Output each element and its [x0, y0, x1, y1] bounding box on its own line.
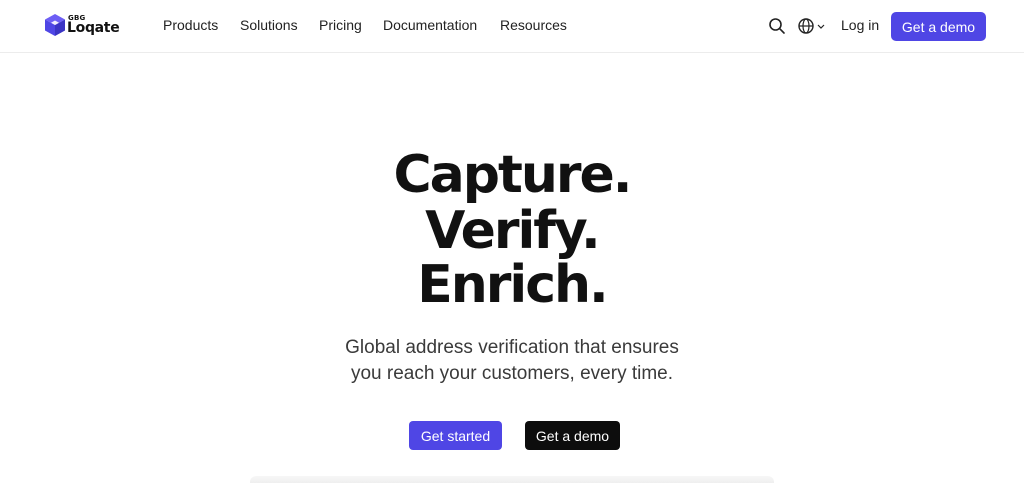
get-started-button[interactable]: Get started — [409, 421, 502, 450]
globe-icon — [798, 18, 825, 34]
hero-subtitle-line-2: you reach your customers, every time. — [350, 363, 674, 384]
nav-solutions[interactable]: Solutions — [240, 17, 298, 33]
get-a-demo-button-header[interactable]: Get a demo — [891, 12, 986, 41]
hero-headline-line-1: Capture. — [393, 145, 632, 205]
nav-resources[interactable]: Resources — [500, 17, 567, 33]
loqate-logo[interactable]: GBG Loqate — [44, 13, 120, 39]
hero-headline-line-3: Enrich. — [417, 255, 609, 315]
hero-subtitle-line-1: Global address verification that ensures — [345, 337, 679, 358]
language-selector[interactable] — [798, 17, 826, 35]
hero-headline-line-2: Verify. — [425, 201, 601, 261]
logo-brand-name: Loqate — [67, 20, 120, 36]
site-header: GBG Loqate Products Solutions Pricing Do… — [0, 0, 1024, 53]
get-a-demo-button-hero[interactable]: Get a demo — [525, 421, 620, 450]
nav-documentation[interactable]: Documentation — [383, 17, 477, 33]
loqate-logo-icon — [45, 14, 65, 36]
login-link[interactable]: Log in — [841, 17, 879, 33]
nav-pricing[interactable]: Pricing — [319, 17, 362, 33]
nav-products[interactable]: Products — [163, 17, 218, 33]
search-icon[interactable] — [768, 17, 786, 35]
next-section-preview — [250, 476, 774, 483]
